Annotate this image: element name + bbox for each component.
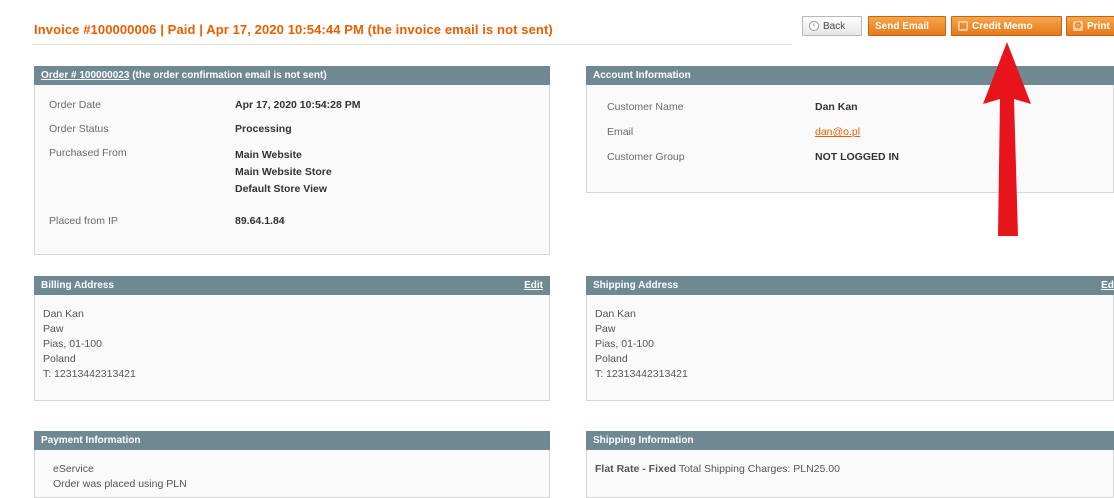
shipping-city-zip: Pias, 01-100 <box>595 338 654 350</box>
customer-name-value: Dan Kan <box>815 101 858 113</box>
order-date-label: Order Date <box>49 99 101 111</box>
customer-name-label: Customer Name <box>607 101 684 113</box>
payment-method: eService <box>53 463 94 475</box>
payment-info-section: Payment Information eService Order was p… <box>34 431 550 498</box>
shipping-address-header: Shipping Address Edit <box>586 276 1114 295</box>
send-email-button-label: Send Email <box>875 20 929 32</box>
purchased-store: Main Website Store <box>235 166 332 178</box>
send-email-button[interactable]: Send Email <box>868 16 946 36</box>
shipping-address-body: Dan Kan Paw Pias, 01-100 Poland T: 12313… <box>586 295 1114 401</box>
payment-info-body: eService Order was placed using PLN <box>34 450 550 498</box>
account-info-body: Customer Name Dan Kan Email dan@o.pl Cus… <box>586 85 1114 193</box>
shipping-info-header: Shipping Information <box>586 431 1114 450</box>
customer-group-label: Customer Group <box>607 151 685 163</box>
payment-info-title: Payment Information <box>41 435 141 446</box>
order-info-body: Order Date Apr 17, 2020 10:54:28 PM Orde… <box>34 85 550 255</box>
billing-edit-link[interactable]: Edit <box>524 280 543 291</box>
purchased-website: Main Website <box>235 149 302 161</box>
order-status-value: Processing <box>235 123 292 135</box>
customer-email-link[interactable]: dan@o.pl <box>815 126 860 138</box>
shipping-address-section: Shipping Address Edit Dan Kan Paw Pias, … <box>586 276 1114 401</box>
shipping-info-title: Shipping Information <box>593 435 694 446</box>
billing-address-body: Dan Kan Paw Pias, 01-100 Poland T: 12313… <box>34 295 550 401</box>
billing-name: Dan Kan <box>43 308 84 320</box>
shipping-phone: T: 12313442313421 <box>595 368 688 380</box>
order-info-header: Order # 100000023 (the order confirmatio… <box>34 66 550 85</box>
payment-currency-note: Order was placed using PLN <box>53 478 187 490</box>
order-status-label: Order Status <box>49 123 109 135</box>
shipping-country: Poland <box>595 353 628 365</box>
order-email-note: (the order confirmation email is not sen… <box>132 70 327 81</box>
page-header: Invoice #100000006 | Paid | Apr 17, 2020… <box>0 0 1114 48</box>
print-button[interactable]: ⚙ Print <box>1066 16 1114 36</box>
billing-country: Poland <box>43 353 76 365</box>
print-button-label: Print <box>1087 20 1110 32</box>
placed-from-ip-label: Placed from IP <box>49 215 118 227</box>
billing-city-zip: Pias, 01-100 <box>43 338 102 350</box>
account-info-title: Account Information <box>593 70 691 81</box>
page-title: Invoice #100000006 | Paid | Apr 17, 2020… <box>34 22 553 37</box>
order-info-section: Order # 100000023 (the order confirmatio… <box>34 66 550 255</box>
credit-memo-button[interactable]: ▤ Credit Memo <box>951 16 1062 36</box>
billing-phone: T: 12313442313421 <box>43 368 136 380</box>
red-arrow-up-icon <box>983 42 1031 236</box>
credit-memo-icon: ▤ <box>958 21 968 31</box>
print-icon: ⚙ <box>1073 21 1083 31</box>
credit-memo-button-label: Credit Memo <box>972 20 1033 32</box>
account-info-header: Account Information <box>586 66 1114 85</box>
order-info-table: Order Date Apr 17, 2020 10:54:28 PM Orde… <box>49 99 549 239</box>
back-button-label: Back <box>823 20 846 32</box>
purchased-from-label: Purchased From <box>49 147 127 159</box>
order-number-link[interactable]: Order # 100000023 <box>41 70 129 81</box>
shipping-charges: Total Shipping Charges: PLN25.00 <box>678 463 840 475</box>
billing-address-title: Billing Address <box>41 280 114 291</box>
back-circle-icon: ‹ <box>809 21 819 31</box>
email-label: Email <box>607 126 634 138</box>
back-button[interactable]: ‹ Back <box>802 16 862 36</box>
shipping-info-section: Shipping Information Flat Rate - Fixed T… <box>586 431 1114 498</box>
shipping-street: Paw <box>595 323 616 335</box>
account-info-section: Account Information Customer Name Dan Ka… <box>586 66 1114 193</box>
payment-info-header: Payment Information <box>34 431 550 450</box>
billing-address-header: Billing Address Edit <box>34 276 550 295</box>
customer-group-value: NOT LOGGED IN <box>815 151 899 163</box>
shipping-edit-link[interactable]: Edit <box>1101 280 1114 291</box>
shipping-method: Flat Rate - Fixed <box>595 463 677 475</box>
placed-from-ip-value: 89.64.1.84 <box>235 215 285 227</box>
title-divider <box>32 44 792 45</box>
shipping-address-title: Shipping Address <box>593 280 679 291</box>
billing-address-section: Billing Address Edit Dan Kan Paw Pias, 0… <box>34 276 550 401</box>
shipping-name: Dan Kan <box>595 308 636 320</box>
account-info-table: Customer Name Dan Kan Email dan@o.pl Cus… <box>607 101 1113 176</box>
purchased-store-view: Default Store View <box>235 183 327 195</box>
shipping-info-body: Flat Rate - Fixed Total Shipping Charges… <box>586 450 1114 498</box>
billing-street: Paw <box>43 323 64 335</box>
order-date-value: Apr 17, 2020 10:54:28 PM <box>235 99 361 111</box>
